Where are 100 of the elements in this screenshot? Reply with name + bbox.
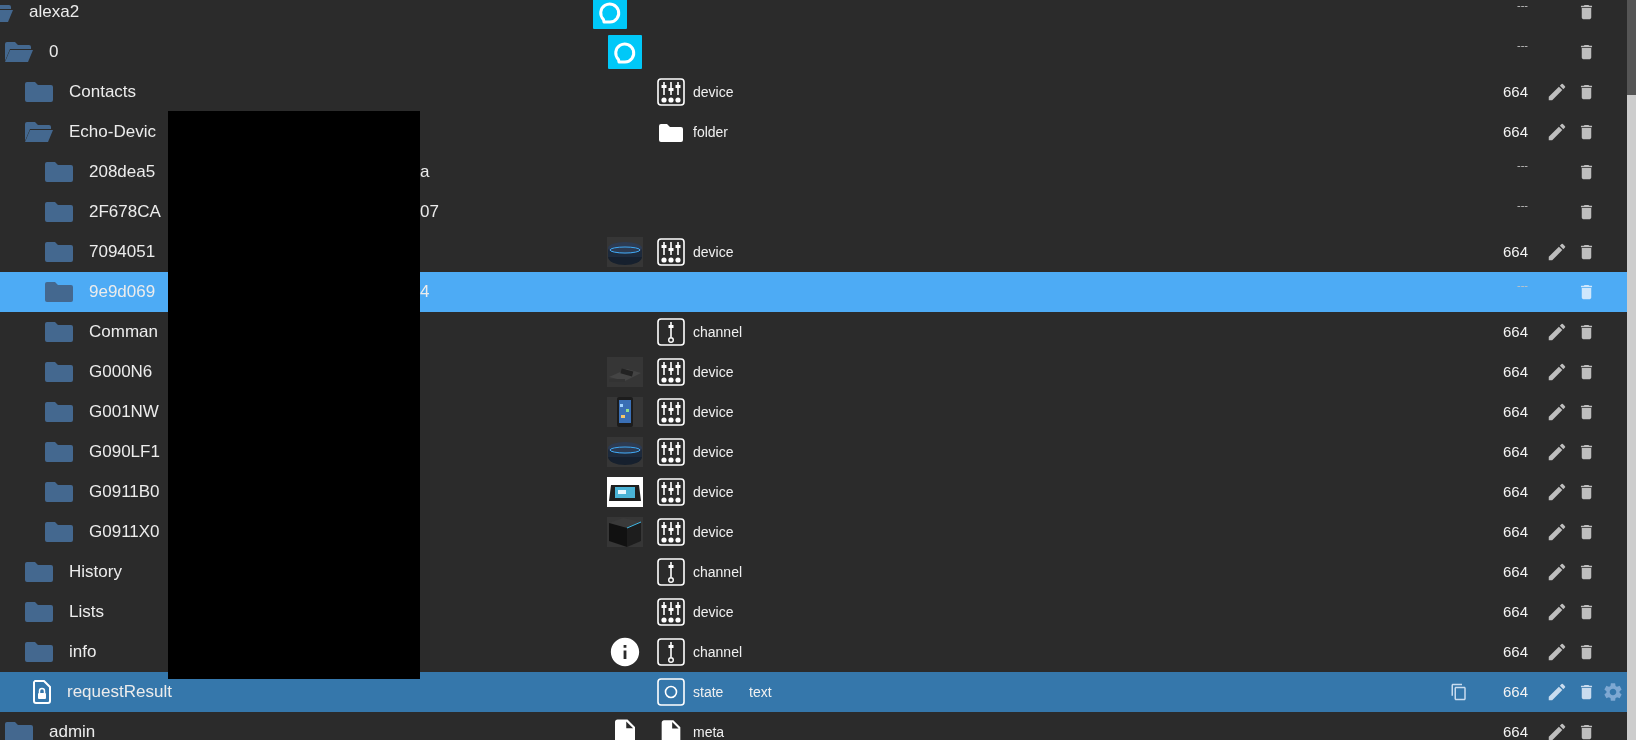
folder-icon (25, 561, 53, 583)
tree-row[interactable]: alexa2 --- (0, 0, 1627, 32)
folder-icon (658, 121, 684, 143)
type-label: device (693, 484, 734, 500)
type-label: device (693, 244, 734, 260)
item-name: History (69, 561, 122, 584)
rights-value: --- (1517, 38, 1528, 53)
item-name: G0911X0 (89, 521, 160, 544)
item-name: 9e9d069 (89, 281, 156, 304)
item-name: admin (49, 721, 96, 740)
tree-row[interactable]: History channel 664 (0, 552, 1627, 592)
type-label: device (693, 604, 734, 620)
rights-value: 664 (1502, 121, 1528, 142)
tree-row[interactable]: 208dea5 a --- (0, 152, 1627, 192)
rights-value: 664 (1502, 721, 1528, 740)
folder-icon (45, 441, 73, 463)
rights-value: 664 (1502, 321, 1528, 342)
rights-value: --- (1517, 0, 1528, 13)
rights-value: 664 (1502, 441, 1528, 462)
item-name-end: 07 (420, 201, 439, 224)
tree-row[interactable]: 0 --- (0, 32, 1627, 72)
tree-row[interactable]: Contacts device 664 (0, 72, 1627, 112)
item-name: Lists (69, 601, 104, 624)
rights-value: 664 (1502, 561, 1528, 582)
type-label: meta (693, 724, 725, 740)
type-label: channel (693, 564, 743, 580)
folder-icon (25, 641, 53, 663)
rights-value: 664 (1502, 401, 1528, 422)
type-label: device (693, 404, 734, 420)
folder-icon (45, 481, 73, 503)
item-name: 7094051 (89, 241, 156, 264)
slider-icon (657, 638, 685, 666)
copy-icon[interactable] (1450, 682, 1468, 702)
rights-value: 664 (1502, 81, 1528, 102)
item-name: G090LF1 (89, 441, 160, 464)
rights-value: --- (1517, 278, 1528, 293)
tree-row[interactable]: Lists device 664 (0, 592, 1627, 632)
item-name: alexa2 (29, 1, 80, 24)
item-name: Comman (89, 321, 158, 344)
folder-icon (45, 161, 73, 183)
tree-row[interactable]: 2F678CA 07 --- (0, 192, 1627, 232)
sliders-icon (657, 438, 685, 466)
folder-icon (45, 321, 73, 343)
tree-row[interactable]: Echo-Devic folder 664 (0, 112, 1627, 152)
info-icon (608, 635, 642, 669)
type-label: device (693, 364, 734, 380)
item-name: G0911B0 (89, 481, 160, 504)
sliders-icon (657, 598, 685, 626)
item-name: G001NW (89, 401, 159, 424)
type-label: channel (693, 324, 743, 340)
type-label: device (693, 444, 734, 460)
folder-icon (45, 241, 73, 263)
ring-logo-icon (608, 35, 642, 69)
item-name-end: a (420, 161, 430, 184)
rights-value: 664 (1502, 601, 1528, 622)
folder-icon (25, 81, 53, 103)
sliders-icon (657, 238, 685, 266)
role-label: text (749, 684, 772, 700)
rights-value: --- (1517, 198, 1528, 213)
item-name: G000N6 (89, 361, 153, 384)
scrollbar[interactable] (1627, 0, 1636, 740)
sliders-icon (657, 518, 685, 546)
rights-value: 664 (1502, 641, 1528, 662)
rights-value: 664 (1502, 361, 1528, 382)
item-name: 208dea5 (89, 161, 156, 184)
folder-icon (45, 281, 73, 303)
folder-icon (45, 401, 73, 423)
locked-file-icon (33, 680, 51, 704)
rights-value: 664 (1502, 521, 1528, 542)
item-name: 2F678CA (89, 201, 161, 224)
folder-icon (5, 721, 33, 740)
scrollbar-thumb[interactable] (1627, 0, 1636, 95)
slider-icon (657, 318, 685, 346)
sliders-icon (657, 398, 685, 426)
folder-icon (25, 601, 53, 623)
rights-value: --- (1517, 158, 1528, 173)
item-name: info (69, 641, 97, 664)
tree-row[interactable]: info channel 664 (0, 632, 1627, 672)
type-label: state (693, 684, 724, 700)
folder-icon (45, 361, 73, 383)
open-folder-icon (5, 41, 33, 63)
rights-value: 664 (1502, 681, 1528, 702)
tree-row[interactable]: admin meta 664 (0, 712, 1627, 740)
item-name: requestResult (67, 681, 172, 704)
type-label: folder (693, 124, 729, 140)
item-name: Echo-Devic (69, 121, 156, 144)
sliders-icon (657, 358, 685, 386)
item-name-end: 4 (420, 281, 430, 304)
folder-icon (45, 201, 73, 223)
rights-value: 664 (1502, 481, 1528, 502)
ring-logo-icon (593, 0, 627, 29)
sliders-icon (657, 78, 685, 106)
rights-value: 664 (1502, 241, 1528, 262)
tree-row[interactable]: Comman channel 664 (0, 312, 1627, 352)
open-folder-icon (25, 121, 53, 143)
tree-row[interactable]: requestResult state text 664 (0, 672, 1627, 712)
type-label: channel (693, 644, 743, 660)
item-name: 0 (49, 41, 59, 64)
sliders-icon (657, 478, 685, 506)
type-label: device (693, 524, 734, 540)
